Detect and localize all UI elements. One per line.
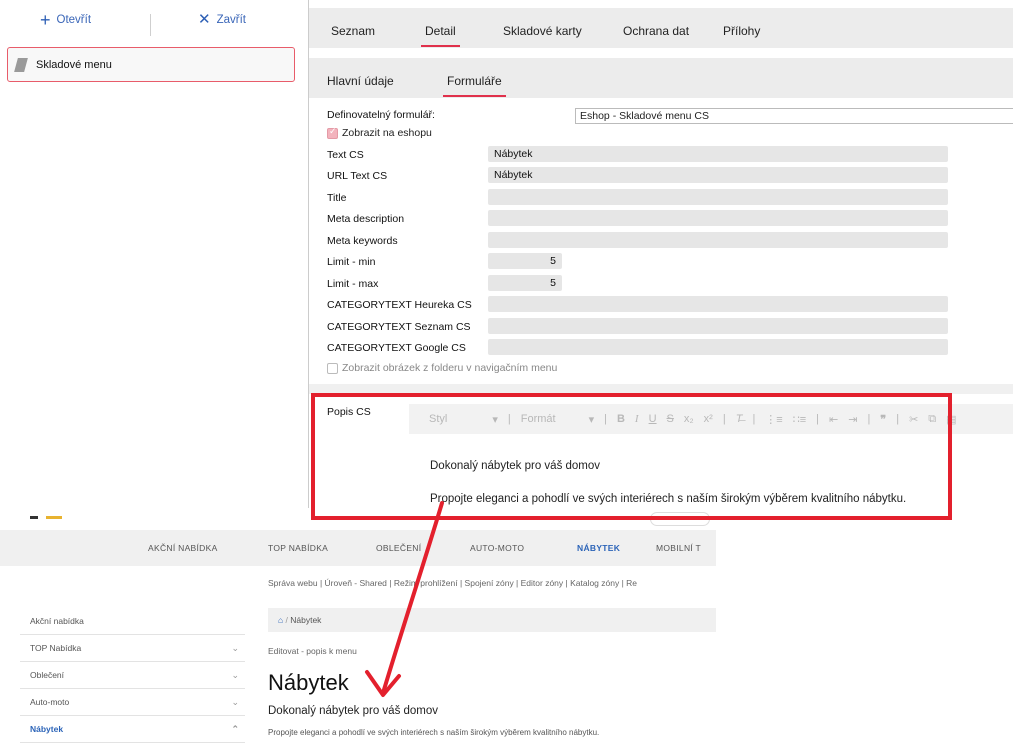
edit-link[interactable]: Editovat - popis k menu bbox=[268, 646, 357, 656]
breadcrumb-current: Nábytek bbox=[290, 615, 322, 625]
definable-form-label: Definovatelný formulář: bbox=[327, 109, 435, 121]
tab-hlavni-udaje[interactable]: Hlavní údaje bbox=[327, 74, 394, 88]
logo-mark bbox=[46, 516, 62, 519]
close-button-label: Zavřít bbox=[216, 14, 246, 26]
field-label-meta-keywords: Meta keywords bbox=[327, 235, 398, 247]
url-text-cs-input[interactable]: Nábytek bbox=[488, 167, 948, 183]
website-preview: AKČNÍ NABÍDKA TOP NABÍDKA OBLEČENÍ AUTO-… bbox=[0, 508, 716, 747]
chevron-down-icon[interactable]: ⌄ bbox=[231, 662, 239, 689]
field-label-limit-max: Limit - max bbox=[327, 278, 379, 290]
close-icon: ✕ bbox=[198, 11, 211, 28]
side-item-label: Oblečení bbox=[30, 670, 65, 680]
toolbar-divider bbox=[150, 14, 151, 36]
definable-form-select[interactable]: Eshop - Skladové menu CS bbox=[575, 108, 1013, 124]
side-item-label: TOP Nabídka bbox=[30, 643, 82, 653]
nav-mobilni[interactable]: MOBILNÍ T bbox=[656, 543, 701, 553]
open-button[interactable]: + Otevřít bbox=[40, 10, 92, 30]
show-image-row: Zobrazit obrázek z folderu v navigačním … bbox=[327, 359, 557, 377]
tab-detail[interactable]: Detail bbox=[421, 24, 460, 47]
show-image-label: Zobrazit obrázek z folderu v navigačním … bbox=[342, 362, 558, 374]
categorytext-google-input[interactable] bbox=[488, 339, 948, 355]
main-tabs: Seznam Detail Skladové karty Ochrana dat… bbox=[309, 8, 1013, 48]
tab-prilohy[interactable]: Přílohy bbox=[723, 24, 760, 38]
page-paragraph: Propojte eleganci a pohodlí ve svých int… bbox=[268, 728, 600, 737]
nav-obleceni[interactable]: OBLEČENÍ bbox=[376, 543, 421, 553]
text-cs-input[interactable]: Nábytek bbox=[488, 146, 948, 162]
page-title: Nábytek bbox=[268, 670, 349, 695]
nav-akcni-nabidka[interactable]: AKČNÍ NABÍDKA bbox=[148, 543, 218, 553]
meta-description-input[interactable] bbox=[488, 210, 948, 226]
side-item-label: Nábytek bbox=[30, 724, 64, 734]
field-label-text-cs: Text CS bbox=[327, 149, 364, 161]
tree-item-skladove-menu[interactable]: Skladové menu bbox=[7, 47, 295, 82]
chevron-down-icon[interactable]: ⌄ bbox=[231, 635, 239, 662]
nav-auto-moto[interactable]: AUTO-MOTO bbox=[470, 543, 524, 553]
field-label-meta-description: Meta description bbox=[327, 213, 405, 225]
limit-min-input[interactable]: 5 bbox=[488, 253, 562, 269]
admin-links[interactable]: Správa webu | Úroveň - Shared | Režim pr… bbox=[268, 578, 637, 588]
close-button[interactable]: ✕ Zavřít bbox=[198, 11, 246, 28]
tab-ochrana-dat[interactable]: Ochrana dat bbox=[623, 24, 689, 38]
categorytext-seznam-input[interactable] bbox=[488, 318, 948, 334]
folder-icon bbox=[14, 57, 28, 72]
open-button-label: Otevřít bbox=[56, 14, 92, 26]
plus-icon: + bbox=[40, 10, 51, 30]
tab-seznam[interactable]: Seznam bbox=[331, 24, 375, 38]
highlight-box bbox=[311, 393, 952, 520]
chevron-down-icon[interactable]: ⌄ bbox=[231, 689, 239, 716]
field-label-title: Title bbox=[327, 192, 347, 204]
page-subtitle: Dokonalý nábytek pro váš domov bbox=[268, 705, 439, 717]
field-label-categorytext-google: CATEGORYTEXT Google CS bbox=[327, 342, 466, 354]
limit-max-input[interactable]: 5 bbox=[488, 275, 562, 291]
show-image-checkbox[interactable] bbox=[327, 362, 338, 374]
side-item-top-nabidka[interactable]: TOP Nabídka ⌄ bbox=[20, 635, 245, 662]
categorytext-heureka-input[interactable] bbox=[488, 296, 948, 312]
definable-form-value: Eshop - Skladové menu CS bbox=[580, 110, 709, 122]
chevron-up-icon[interactable]: ⌃ bbox=[231, 716, 239, 743]
field-label-categorytext-heureka: CATEGORYTEXT Heureka CS bbox=[327, 299, 472, 311]
website-nav: AKČNÍ NABÍDKA TOP NABÍDKA OBLEČENÍ AUTO-… bbox=[0, 530, 716, 566]
sub-tabs: Hlavní údaje Formuláře bbox=[309, 58, 1013, 98]
show-eshop-checkbox[interactable] bbox=[327, 126, 338, 139]
side-item-nabytek[interactable]: Nábytek ⌃ bbox=[20, 716, 245, 743]
show-eshop-label: Zobrazit na eshopu bbox=[342, 127, 432, 139]
side-item-auto-moto[interactable]: Auto-moto ⌄ bbox=[20, 689, 245, 716]
left-toolbar: + Otevřít ✕ Zavřít bbox=[0, 0, 300, 40]
breadcrumb: ⌂ / Nábytek bbox=[268, 608, 716, 632]
title-input[interactable] bbox=[488, 189, 948, 205]
show-eshop-row: Zobrazit na eshopu bbox=[327, 124, 432, 142]
side-item-akcni-nabidka[interactable]: Akční nabídka bbox=[20, 608, 245, 635]
side-item-label: Akční nabídka bbox=[30, 616, 84, 626]
nav-nabytek[interactable]: NÁBYTEK bbox=[577, 543, 620, 553]
meta-keywords-input[interactable] bbox=[488, 232, 948, 248]
logo-mark bbox=[30, 516, 38, 519]
nav-top-nabidka[interactable]: TOP NABÍDKA bbox=[268, 543, 328, 553]
tab-formulare[interactable]: Formuláře bbox=[443, 74, 506, 97]
side-item-label: Auto-moto bbox=[30, 697, 70, 707]
tab-skladove-karty[interactable]: Skladové karty bbox=[503, 24, 582, 38]
home-icon[interactable]: ⌂ bbox=[278, 615, 283, 625]
field-label-limit-min: Limit - min bbox=[327, 256, 376, 268]
side-item-obleceni[interactable]: Oblečení ⌄ bbox=[20, 662, 245, 689]
field-label-categorytext-seznam: CATEGORYTEXT Seznam CS bbox=[327, 321, 471, 333]
tree-item-label: Skladové menu bbox=[36, 58, 112, 71]
field-label-url-text-cs: URL Text CS bbox=[327, 170, 388, 182]
